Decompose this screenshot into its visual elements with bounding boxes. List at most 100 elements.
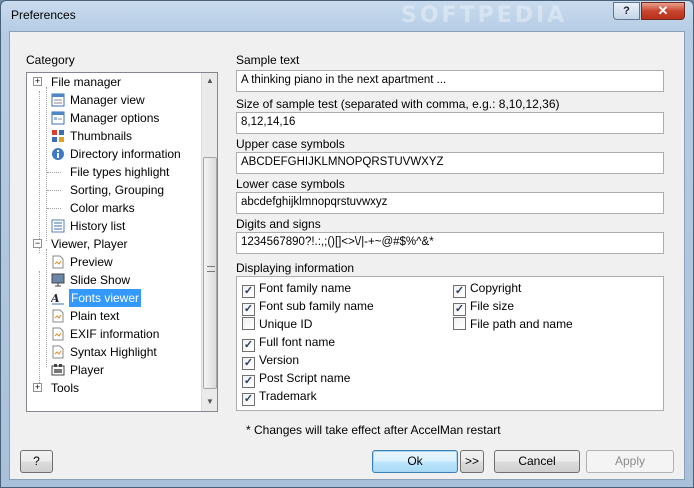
checkbox-check-icon[interactable]: ✓ bbox=[242, 285, 255, 298]
close-button[interactable]: ✕ bbox=[641, 2, 685, 20]
tree-branch bbox=[46, 87, 47, 241]
help-button[interactable]: ? bbox=[20, 450, 53, 473]
checkbox-label: Copyright bbox=[470, 281, 522, 295]
title-help-button[interactable]: ? bbox=[613, 2, 640, 20]
checkbox-trademark[interactable]: ✓ Trademark bbox=[242, 388, 317, 406]
apply-button[interactable]: Apply bbox=[586, 450, 674, 473]
tree-item-label: Syntax Highlight bbox=[70, 345, 157, 359]
tree-branch bbox=[46, 249, 47, 367]
checkbox-box[interactable] bbox=[453, 317, 466, 330]
category-label: Category bbox=[26, 53, 75, 67]
tree-line bbox=[39, 91, 40, 253]
scroll-up-arrow-icon[interactable]: ▲ bbox=[202, 73, 217, 89]
tree-item-label: Plain text bbox=[70, 309, 120, 323]
checkbox-check-icon[interactable]: ✓ bbox=[453, 303, 466, 316]
checkbox-check-icon[interactable]: ✓ bbox=[242, 357, 255, 370]
more-button[interactable]: >> bbox=[460, 450, 484, 473]
checkbox-font-family-name[interactable]: ✓ Font family name bbox=[242, 280, 352, 298]
player-icon bbox=[51, 364, 65, 376]
tree-item-label: Manager view bbox=[70, 93, 145, 107]
checkbox-check-icon[interactable]: ✓ bbox=[242, 375, 255, 388]
tree-scrollbar[interactable]: ▲ ▼ bbox=[201, 73, 217, 411]
checkbox-check-icon[interactable]: ✓ bbox=[242, 303, 255, 316]
checkbox-version[interactable]: ✓ Version bbox=[242, 352, 300, 370]
preferences-window: Preferences SOFTPEDIA ? ✕ Category + Fil… bbox=[0, 0, 694, 488]
lower-case-field[interactable]: abcdefghijklmnopqrstuvwxyz bbox=[236, 192, 664, 214]
checkbox-copyright[interactable]: ✓ Copyright bbox=[453, 280, 522, 298]
title-bar[interactable]: Preferences SOFTPEDIA ? ✕ bbox=[1, 1, 693, 31]
tree-connector bbox=[47, 172, 61, 173]
expand-icon[interactable]: + bbox=[33, 383, 42, 392]
checkbox-box[interactable] bbox=[242, 317, 255, 330]
checkbox-font-sub-family-name[interactable]: ✓ Font sub family name bbox=[242, 298, 374, 316]
checkbox-check-icon[interactable]: ✓ bbox=[242, 393, 255, 406]
window-title: Preferences bbox=[11, 8, 76, 22]
checkbox-file-path-and-name[interactable]: File path and name bbox=[453, 316, 573, 332]
tree-line bbox=[39, 271, 40, 391]
expand-icon[interactable]: + bbox=[33, 77, 42, 86]
slideshow-icon bbox=[51, 273, 65, 287]
dialog-client-area: Category + File manager Manager view Man… bbox=[9, 31, 685, 480]
checkbox-post-script-name[interactable]: ✓ Post Script name bbox=[242, 370, 350, 388]
digits-field[interactable]: 1234567890?!.:,;()[]<>\/|-+~@#$%^&* bbox=[236, 232, 664, 254]
checkbox-label: Trademark bbox=[259, 389, 317, 403]
checkbox-unique-id[interactable]: Unique ID bbox=[242, 316, 312, 332]
checkbox-label: File size bbox=[470, 299, 515, 313]
tree-connector bbox=[47, 190, 61, 191]
collapse-icon[interactable]: − bbox=[33, 239, 42, 248]
checkbox-full-font-name[interactable]: ✓ Full font name bbox=[242, 334, 336, 352]
window-icon bbox=[51, 93, 65, 107]
font-icon: A bbox=[51, 292, 64, 305]
tree-item-label: Sorting, Grouping bbox=[70, 183, 165, 197]
lower-case-label: Lower case symbols bbox=[236, 177, 345, 191]
svg-text:A: A bbox=[51, 292, 60, 305]
restart-note: * Changes will take effect after AccelMa… bbox=[246, 423, 501, 437]
digits-label: Digits and signs bbox=[236, 217, 321, 231]
tree-item-label: Thumbnails bbox=[70, 129, 133, 143]
checkbox-label: Font family name bbox=[259, 281, 352, 295]
displaying-information-label: Displaying information bbox=[236, 261, 355, 275]
tree-item-label: Tools bbox=[51, 381, 80, 395]
tree-item-label: EXIF information bbox=[70, 327, 160, 341]
tree-item-label-selected: Fonts viewer bbox=[69, 289, 142, 307]
size-label: Size of sample test (separated with comm… bbox=[236, 97, 560, 111]
checkbox-check-icon[interactable]: ✓ bbox=[242, 339, 255, 352]
upper-case-label: Upper case symbols bbox=[236, 137, 345, 151]
category-tree: + File manager Manager view Manager opti… bbox=[26, 72, 218, 412]
tree-item-label: Viewer, Player bbox=[51, 237, 128, 251]
tree-item-label: Manager options bbox=[70, 111, 160, 125]
checkbox-label: Unique ID bbox=[259, 317, 313, 331]
document-icon bbox=[52, 345, 64, 359]
tree-item-label: History list bbox=[70, 219, 126, 233]
tree-item-label: Player bbox=[70, 363, 105, 377]
upper-case-field[interactable]: ABCDEFGHIJKLMNOPQRSTUVWXYZ bbox=[236, 152, 664, 174]
checkbox-label: Version bbox=[259, 353, 300, 367]
tree-item-label: Color marks bbox=[70, 201, 135, 215]
list-icon bbox=[51, 219, 65, 233]
sample-text-label: Sample text bbox=[236, 53, 300, 67]
window-icon bbox=[51, 111, 65, 125]
checkbox-label: Full font name bbox=[259, 335, 336, 349]
checkbox-label: Font sub family name bbox=[259, 299, 374, 313]
document-icon bbox=[52, 255, 64, 269]
tree-item-label: Slide Show bbox=[70, 273, 131, 287]
displaying-information-group: ✓ Font family name ✓ Font sub family name … bbox=[236, 276, 664, 411]
document-icon bbox=[52, 309, 64, 323]
ok-button[interactable]: Ok bbox=[372, 450, 458, 473]
size-field[interactable]: 8,12,14,16 bbox=[236, 112, 664, 134]
tree-connector bbox=[47, 208, 61, 209]
grip-icon bbox=[207, 266, 215, 272]
sample-text-field[interactable]: A thinking piano in the next apartment .… bbox=[236, 70, 664, 92]
tree-item-label: File types highlight bbox=[70, 165, 170, 179]
checkbox-label: File path and name bbox=[470, 317, 573, 331]
cancel-button[interactable]: Cancel bbox=[494, 450, 580, 473]
thumbnails-icon bbox=[52, 130, 64, 142]
softpedia-watermark: SOFTPEDIA bbox=[401, 3, 568, 28]
scroll-thumb[interactable] bbox=[203, 157, 217, 389]
tree-item-label: Preview bbox=[70, 255, 113, 269]
checkbox-file-size[interactable]: ✓ File size bbox=[453, 298, 515, 316]
scroll-down-arrow-icon[interactable]: ▼ bbox=[202, 394, 217, 410]
checkbox-check-icon[interactable]: ✓ bbox=[453, 285, 466, 298]
tree-item-label: File manager bbox=[51, 75, 122, 89]
document-icon bbox=[52, 327, 64, 341]
